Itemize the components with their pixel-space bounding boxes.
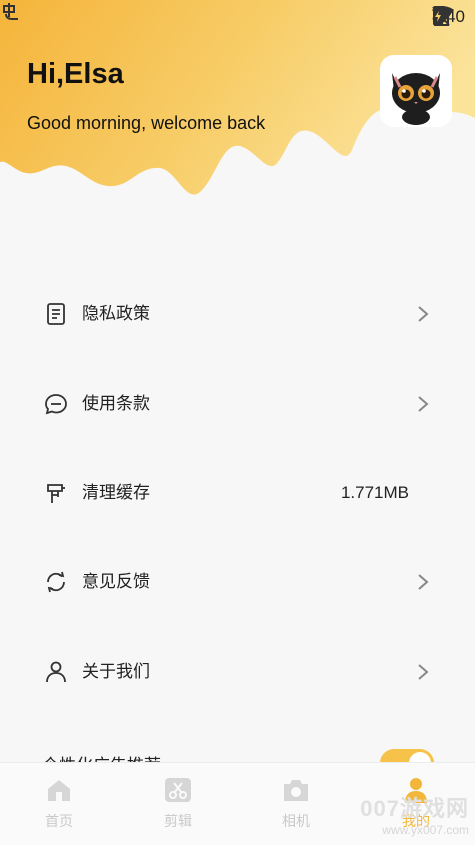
home-icon [48,780,70,801]
greeting-title: Hi,Elsa [27,58,124,90]
battery-charging-icon [432,6,443,25]
menu-item-clear-cache[interactable]: 清理缓存 1.771MB [0,463,475,523]
brush-icon [47,484,65,503]
chevron-right-icon [418,574,429,590]
watermark-url: www.yx007.com [382,823,469,837]
camera-icon [284,780,308,801]
greeting-subtitle: Good morning, welcome back [27,113,266,133]
menu-item-feedback[interactable]: 意见反馈 [0,552,475,612]
menu-item-privacy-policy[interactable]: 隐私政策 [0,284,475,344]
tab-home[interactable]: 首页 [19,775,99,835]
person-icon [46,661,66,683]
tab-camera[interactable]: 相机 [256,775,336,835]
avatar[interactable] [380,55,452,127]
chevron-right-icon [418,664,429,680]
black-cat-avatar-image [380,55,452,127]
tab-label: 相机 [282,814,310,830]
chevron-right-icon [418,306,429,322]
menu-item-terms-of-use[interactable]: 使用条款 [0,374,475,434]
cache-size-value: 1.771MB [340,483,409,502]
chat-icon [45,394,67,415]
bottom-navigation: 首页 剪辑 相机 我的 007游戏网 www.yx007.com [0,762,475,845]
menu-item-label: 清理缓存 [82,483,150,503]
tab-edit[interactable]: 剪辑 [138,775,218,835]
document-icon [47,303,65,325]
tab-label: 首页 [45,814,73,830]
profile-header: 8:40 Hi,Elsa Good morning, welcome back [0,0,475,230]
tab-label: 剪辑 [164,814,192,830]
refresh-icon [47,571,65,593]
chevron-right-icon [418,396,429,412]
menu-item-label: 使用条款 [82,394,150,414]
watermark-title: 007游戏网 [360,796,469,821]
watermark: 007游戏网 www.yx007.com [360,791,469,837]
scissors-icon [165,778,191,802]
menu-item-label: 隐私政策 [82,304,150,324]
menu-item-label: 意见反馈 [82,572,150,592]
menu-item-label: 关于我们 [82,662,150,682]
menu-item-about-us[interactable]: 关于我们 [0,642,475,702]
app-notification-icon [3,3,18,20]
status-bar: 8:40 [0,0,475,32]
